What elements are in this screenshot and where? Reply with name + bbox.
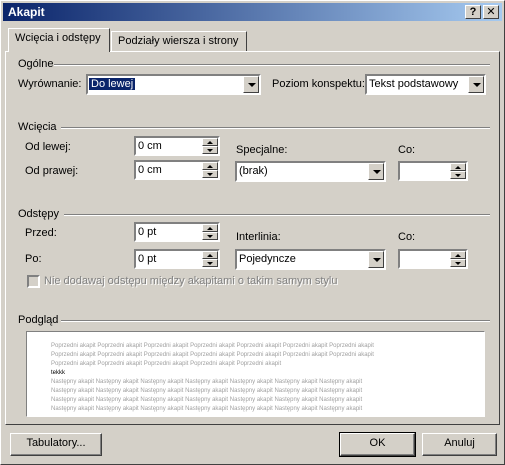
- section-preview-title: Podgląd: [18, 314, 59, 326]
- spin-up-icon[interactable]: [202, 138, 218, 146]
- tabs-button[interactable]: Tabulatory...: [10, 433, 102, 456]
- spin-up-icon[interactable]: [450, 163, 466, 171]
- preview-next-line: Następny akapit Następny akapit Następny…: [51, 388, 363, 394]
- line-spacing-at-label: Co:: [398, 231, 416, 243]
- cancel-button[interactable]: Anuluj: [422, 433, 497, 456]
- spacing-after-value: 0 pt: [138, 253, 157, 265]
- spacing-before-value: 0 pt: [138, 226, 157, 238]
- spacing-before-label: Przed:: [25, 227, 57, 239]
- section-spacing-title: Odstępy: [18, 208, 59, 220]
- chevron-down-icon[interactable]: [368, 163, 384, 180]
- paragraph-preview: Poprzedni akapit Poprzedni akapit Poprze…: [26, 331, 485, 417]
- preview-previous-line: Poprzedni akapit Poprzedni akapit Poprze…: [51, 343, 374, 349]
- section-divider: [64, 214, 490, 216]
- preview-next-line: Następny akapit Następny akapit Następny…: [51, 406, 363, 412]
- help-button[interactable]: ?: [465, 5, 481, 19]
- close-button[interactable]: ✕: [483, 5, 499, 19]
- outline-level-select[interactable]: Tekst podstawowy: [365, 74, 486, 95]
- spin-up-icon[interactable]: [202, 162, 218, 170]
- tab-line-page-breaks[interactable]: Podziały wiersza i strony: [111, 31, 247, 51]
- line-spacing-value: Pojedyncze: [239, 253, 296, 265]
- section-general-title: Ogólne: [18, 58, 54, 70]
- chevron-down-icon[interactable]: [468, 76, 484, 93]
- paragraph-dialog: Akapit ? ✕ Wcięcia i odstępy Podziały wi…: [0, 0, 505, 465]
- indent-right-value: 0 cm: [138, 164, 162, 176]
- preview-current-text: tekkk: [51, 370, 66, 376]
- outline-level-value: Tekst podstawowy: [369, 78, 459, 90]
- spin-up-icon[interactable]: [202, 224, 218, 232]
- section-divider: [54, 64, 490, 66]
- chevron-down-icon[interactable]: [243, 76, 259, 93]
- special-indent-select[interactable]: (brak): [235, 161, 386, 182]
- section-divider: [61, 320, 490, 322]
- preview-next-line: Następny akapit Następny akapit Następny…: [51, 397, 363, 403]
- alignment-label: Wyrównanie:: [18, 78, 82, 90]
- title-bar[interactable]: Akapit ? ✕: [3, 3, 502, 21]
- spacing-after-label: Po:: [25, 253, 42, 265]
- spin-up-icon[interactable]: [202, 251, 218, 259]
- special-indent-value: (brak): [239, 165, 268, 177]
- tab-indents-spacing[interactable]: Wcięcia i odstępy: [8, 28, 110, 52]
- line-spacing-at-spinner[interactable]: [398, 249, 468, 269]
- section-divider: [61, 127, 490, 129]
- spin-down-icon[interactable]: [202, 146, 218, 154]
- spin-down-icon[interactable]: [450, 259, 466, 267]
- line-spacing-select[interactable]: Pojedyncze: [235, 249, 386, 270]
- ok-button[interactable]: OK: [339, 432, 416, 457]
- spacing-after-spinner[interactable]: 0 pt: [134, 249, 220, 269]
- alignment-select[interactable]: Do lewej: [86, 74, 261, 95]
- indent-right-label: Od prawej:: [25, 165, 79, 177]
- indent-left-spinner[interactable]: 0 cm: [134, 136, 220, 156]
- spin-up-icon[interactable]: [450, 251, 466, 259]
- section-indentation-title: Wcięcia: [18, 121, 57, 133]
- indent-left-value: 0 cm: [138, 140, 162, 152]
- outline-level-label: Poziom konspektu:: [272, 78, 365, 90]
- chevron-down-icon[interactable]: [368, 251, 384, 268]
- spin-down-icon[interactable]: [450, 171, 466, 179]
- spacing-before-spinner[interactable]: 0 pt: [134, 222, 220, 242]
- spin-down-icon[interactable]: [202, 259, 218, 267]
- line-spacing-label: Interlinia:: [236, 231, 281, 243]
- spin-down-icon[interactable]: [202, 170, 218, 178]
- indent-by-label: Co:: [398, 144, 416, 156]
- indent-left-label: Od lewej:: [25, 141, 71, 153]
- no-space-same-style-checkbox[interactable]: [27, 275, 40, 288]
- preview-previous-line: Poprzedni akapit Poprzedni akapit Poprze…: [51, 352, 374, 358]
- alignment-value: Do lewej: [87, 77, 137, 91]
- indent-right-spinner[interactable]: 0 cm: [134, 160, 220, 180]
- no-space-same-style-label: Nie dodawaj odstępu między akapitami o t…: [44, 275, 338, 287]
- preview-next-line: Następny akapit Następny akapit Następny…: [51, 379, 363, 385]
- preview-previous-line: Poprzedni akapit Poprzedni akapit Poprze…: [51, 361, 282, 367]
- special-indent-label: Specjalne:: [236, 144, 288, 156]
- spin-down-icon[interactable]: [202, 232, 218, 240]
- indent-by-spinner[interactable]: [398, 161, 468, 181]
- dialog-title: Akapit: [8, 5, 45, 19]
